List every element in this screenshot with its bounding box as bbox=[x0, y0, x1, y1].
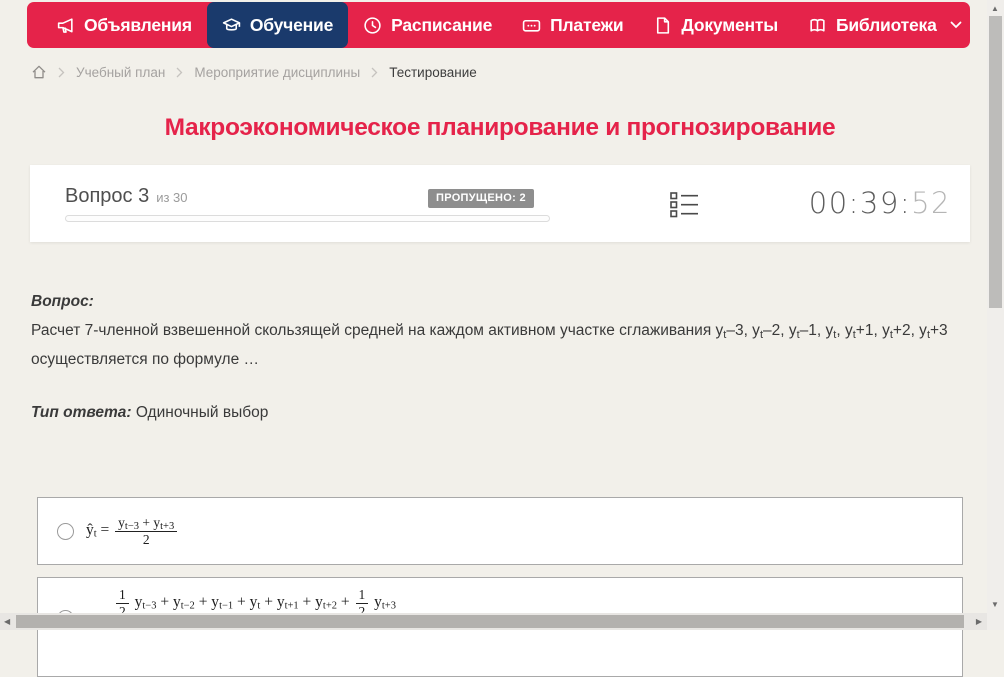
question-list-button[interactable] bbox=[670, 192, 700, 223]
question-panel: Вопрос 3 из 30 ПРОПУЩЕНО: 2 00:39:52 bbox=[30, 165, 970, 242]
nav-item-learning[interactable]: Обучение bbox=[206, 2, 349, 48]
page-title: Макроэкономическое планирование и прогно… bbox=[164, 114, 836, 141]
answer-type-value: Одиночный выбор bbox=[135, 404, 269, 421]
nav-item-announcements[interactable]: Объявления bbox=[41, 2, 207, 48]
radio-button[interactable] bbox=[57, 522, 74, 540]
scroll-left-arrow-icon[interactable]: ◀ bbox=[4, 618, 10, 626]
progress-bar bbox=[65, 215, 550, 222]
chevron-right-icon bbox=[371, 67, 378, 77]
answer-formula: ŷt = yt−3 + yt+3 2 bbox=[86, 515, 179, 547]
timer-seconds: 52 bbox=[911, 186, 951, 220]
chevron-down-icon bbox=[950, 21, 962, 29]
nav-item-label: Библиотека bbox=[836, 14, 937, 35]
nav-item-label: Документы bbox=[681, 14, 778, 35]
graduation-cap-icon bbox=[222, 17, 241, 31]
document-icon bbox=[657, 16, 670, 34]
scroll-right-arrow-icon[interactable]: ▶ bbox=[976, 618, 982, 626]
horizontal-scrollbar-thumb[interactable] bbox=[16, 615, 964, 628]
scroll-down-arrow-icon[interactable]: ▼ bbox=[991, 601, 999, 609]
answer-option-1[interactable]: ŷt = yt−3 + yt+3 2 bbox=[37, 497, 963, 565]
nav-item-documents[interactable]: Документы bbox=[638, 2, 793, 48]
question-number: Вопрос 3 из 30 bbox=[65, 185, 188, 208]
megaphone-icon bbox=[57, 17, 73, 33]
nav-item-payments[interactable]: Платежи bbox=[507, 2, 638, 48]
breadcrumb-item[interactable]: Учебный план bbox=[76, 65, 165, 80]
chevron-right-icon bbox=[176, 67, 183, 77]
question-number-label: Вопрос 3 bbox=[65, 185, 150, 207]
horizontal-scrollbar[interactable]: ◀ ▶ bbox=[0, 613, 987, 630]
nav-item-label: Платежи bbox=[550, 14, 624, 35]
question-list-icon bbox=[670, 192, 698, 218]
clock-icon bbox=[364, 16, 381, 34]
book-icon bbox=[810, 18, 825, 32]
vertical-scrollbar-thumb[interactable] bbox=[989, 16, 1002, 308]
skipped-badge: ПРОПУЩЕНО: 2 bbox=[428, 189, 534, 208]
nav-item-schedule[interactable]: Расписание bbox=[348, 2, 507, 48]
timer-main: 00:39: bbox=[808, 186, 912, 220]
question-block: Вопрос: Расчет 7-членной взвешенной скол… bbox=[31, 287, 966, 374]
answer-type: Тип ответа: Одиночный выбор bbox=[31, 404, 268, 422]
nav-item-label: Расписание bbox=[391, 14, 493, 35]
nav-item-label: Объявления bbox=[84, 14, 192, 35]
breadcrumb: Учебный план Мероприятие дисциплины Тест… bbox=[31, 62, 477, 82]
breadcrumb-item-current: Тестирование bbox=[389, 64, 477, 80]
scrollbar-corner bbox=[987, 613, 1004, 630]
breadcrumb-item[interactable]: Мероприятие дисциплины bbox=[194, 65, 360, 80]
nav-item-label: Обучение bbox=[249, 14, 334, 35]
chevron-right-icon bbox=[58, 67, 65, 77]
main-nav: Объявления Обучение Расписание Платежи Д… bbox=[27, 2, 970, 48]
nav-item-library[interactable]: Библиотека bbox=[793, 2, 977, 48]
timer: 00:39:52 bbox=[809, 186, 951, 220]
payment-card-icon bbox=[522, 19, 541, 32]
question-count: из 30 bbox=[156, 190, 188, 205]
question-prompt-label: Вопрос: bbox=[31, 293, 94, 310]
vertical-scrollbar[interactable]: ▲ ▼ bbox=[987, 0, 1004, 613]
question-text: Расчет 7-членной взвешенной скользящей с… bbox=[31, 322, 948, 368]
home-icon[interactable] bbox=[31, 64, 47, 80]
scroll-up-arrow-icon[interactable]: ▲ bbox=[991, 5, 999, 13]
answer-type-label: Тип ответа: bbox=[31, 404, 132, 421]
